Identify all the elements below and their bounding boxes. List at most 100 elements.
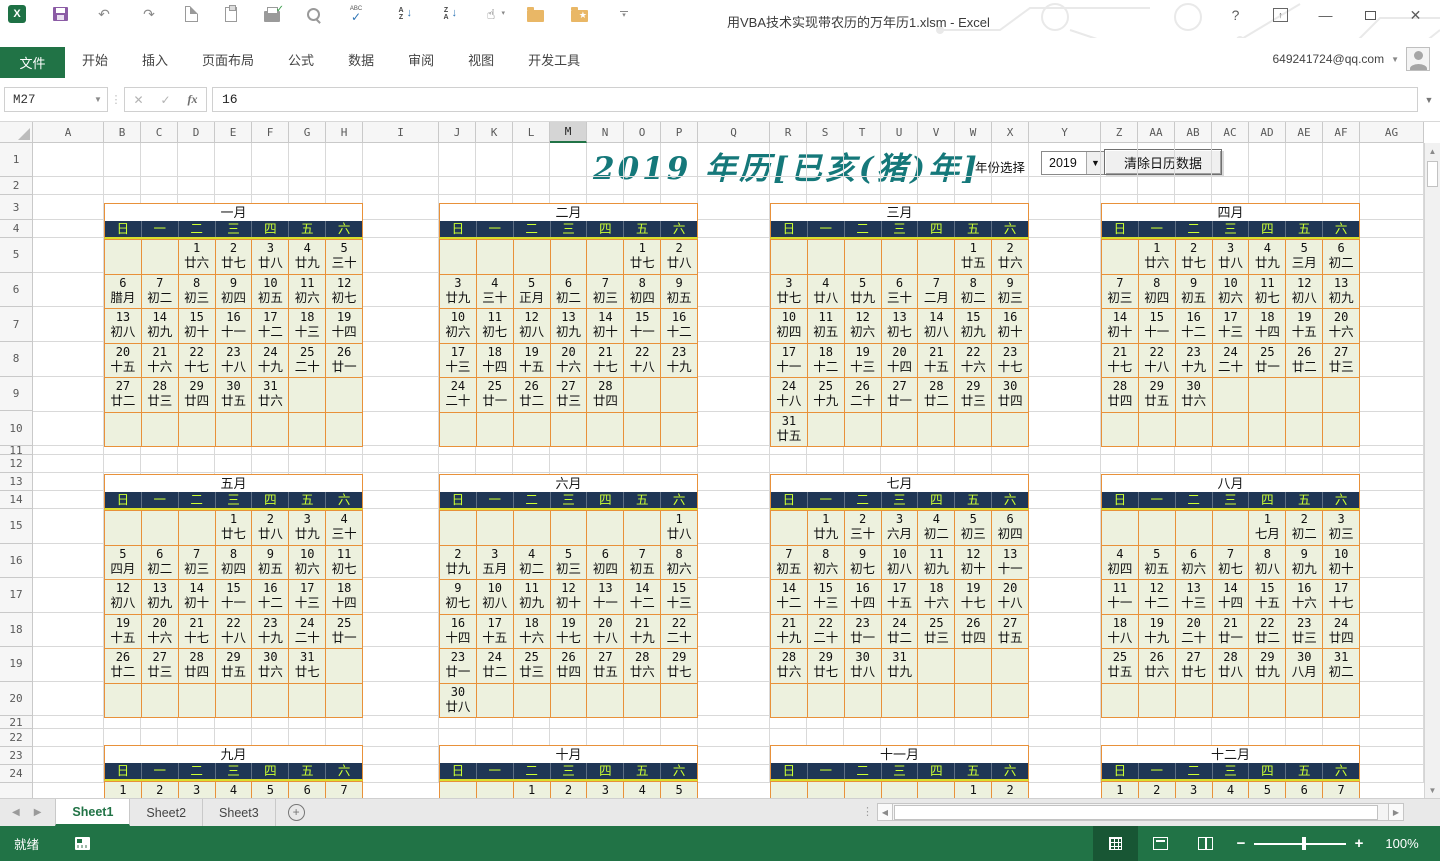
day-cell[interactable]: 3廿八 [1213, 240, 1250, 275]
day-cell[interactable]: 26廿二 [105, 649, 142, 684]
favorites-folder-icon[interactable] [571, 10, 588, 22]
redo-icon[interactable]: ↷ [140, 5, 158, 23]
row-header-7[interactable]: 7 [0, 307, 32, 342]
day-cell[interactable] [771, 240, 808, 275]
day-cell[interactable]: 30廿八 [440, 684, 477, 719]
day-cell[interactable]: 22廿二 [1249, 615, 1286, 650]
day-cell[interactable]: 11初五 [808, 309, 845, 344]
day-cell[interactable]: 23十九 [661, 344, 698, 379]
day-cell[interactable] [514, 240, 551, 275]
tab-6[interactable]: 审阅 [391, 42, 451, 78]
column-header-L[interactable]: L [513, 122, 550, 143]
day-cell[interactable]: 10初四 [771, 309, 808, 344]
column-header-G[interactable]: G [289, 122, 326, 143]
day-cell[interactable]: 17十七 [1323, 580, 1360, 615]
page-break-view-icon[interactable] [1183, 826, 1228, 861]
day-cell[interactable]: 6初六 [1176, 546, 1213, 581]
day-cell[interactable]: 6初四 [587, 546, 624, 581]
column-header-P[interactable]: P [661, 122, 698, 143]
day-cell[interactable]: 11初六 [289, 275, 326, 310]
save-icon[interactable] [53, 7, 68, 21]
day-cell[interactable] [477, 684, 514, 719]
day-cell[interactable] [992, 413, 1029, 448]
day-cell[interactable]: 20十八 [587, 615, 624, 650]
day-cell[interactable]: 10初八 [477, 580, 514, 615]
day-cell[interactable] [252, 413, 289, 448]
year-combobox[interactable]: 2019 ▼ [1041, 151, 1105, 175]
day-cell[interactable]: 22二十 [661, 615, 698, 650]
day-cell[interactable]: 8初四 [624, 275, 661, 310]
day-cell[interactable] [587, 240, 624, 275]
day-cell[interactable]: 9初九 [1286, 546, 1323, 581]
column-header-E[interactable]: E [215, 122, 252, 143]
day-cell[interactable] [1249, 413, 1286, 448]
row-header-3[interactable]: 3 [0, 195, 32, 220]
day-cell[interactable]: 14十二 [771, 580, 808, 615]
day-cell[interactable] [1323, 378, 1360, 413]
day-cell[interactable]: 6初二 [142, 546, 179, 581]
day-cell[interactable]: 3初三 [1323, 511, 1360, 546]
day-cell[interactable]: 11初七 [1249, 275, 1286, 310]
day-cell[interactable] [179, 684, 216, 719]
expand-formula-bar-icon[interactable]: ▼ [1418, 95, 1440, 105]
day-cell[interactable]: 3六月 [882, 511, 919, 546]
day-cell[interactable]: 3 [1176, 782, 1213, 798]
day-cell[interactable]: 9初三 [992, 275, 1029, 310]
column-header-W[interactable]: W [955, 122, 992, 143]
day-cell[interactable] [808, 684, 845, 719]
day-cell[interactable]: 24廿四 [1323, 615, 1360, 650]
day-cell[interactable] [105, 684, 142, 719]
day-cell[interactable]: 31廿五 [771, 413, 808, 448]
day-cell[interactable]: 21十七 [1102, 344, 1139, 379]
day-cell[interactable]: 4 [1213, 782, 1250, 798]
zoom-slider[interactable] [1254, 826, 1346, 861]
day-cell[interactable]: 15初九 [955, 309, 992, 344]
column-header-AE[interactable]: AE [1286, 122, 1323, 143]
day-cell[interactable]: 10初六 [289, 546, 326, 581]
day-cell[interactable]: 24十八 [771, 378, 808, 413]
day-cell[interactable] [179, 511, 216, 546]
day-cell[interactable]: 19十七 [551, 615, 588, 650]
day-cell[interactable]: 23十九 [1176, 344, 1213, 379]
day-cell[interactable] [808, 413, 845, 448]
column-header-Z[interactable]: Z [1101, 122, 1138, 143]
day-cell[interactable]: 6 [1286, 782, 1323, 798]
day-cell[interactable]: 7初三 [1102, 275, 1139, 310]
day-cell[interactable] [845, 684, 882, 719]
day-cell[interactable] [216, 684, 253, 719]
day-cell[interactable]: 1 [105, 782, 142, 798]
day-cell[interactable] [551, 413, 588, 448]
day-cell[interactable]: 13十三 [1176, 580, 1213, 615]
day-cell[interactable] [1102, 684, 1139, 719]
day-cell[interactable] [477, 511, 514, 546]
day-cell[interactable]: 8初六 [808, 546, 845, 581]
day-cell[interactable]: 15十五 [1249, 580, 1286, 615]
day-cell[interactable] [955, 684, 992, 719]
day-cell[interactable]: 31廿九 [882, 649, 919, 684]
day-cell[interactable] [289, 378, 326, 413]
day-cell[interactable] [624, 511, 661, 546]
day-cell[interactable]: 2廿八 [252, 511, 289, 546]
day-cell[interactable]: 12十二 [1139, 580, 1176, 615]
day-cell[interactable]: 2三十 [845, 511, 882, 546]
day-cell[interactable]: 6初二 [1323, 240, 1360, 275]
day-cell[interactable]: 17十三 [289, 580, 326, 615]
day-cell[interactable]: 27廿五 [587, 649, 624, 684]
zoom-in-icon[interactable]: + [1346, 835, 1372, 852]
column-header-AD[interactable]: AD [1249, 122, 1286, 143]
print-preview-icon[interactable] [307, 8, 320, 21]
day-cell[interactable] [326, 684, 363, 719]
day-cell[interactable]: 1七月 [1249, 511, 1286, 546]
day-cell[interactable]: 1廿六 [1139, 240, 1176, 275]
column-header-AF[interactable]: AF [1323, 122, 1360, 143]
day-cell[interactable]: 15十三 [808, 580, 845, 615]
day-cell[interactable]: 16十四 [845, 580, 882, 615]
column-header-A[interactable]: A [33, 122, 104, 143]
day-cell[interactable]: 18十六 [918, 580, 955, 615]
day-cell[interactable] [514, 413, 551, 448]
day-cell[interactable] [142, 240, 179, 275]
day-cell[interactable]: 20十五 [105, 344, 142, 379]
day-cell[interactable]: 6初二 [551, 275, 588, 310]
tab-scrollbar-splitter[interactable]: ⋮ [862, 805, 873, 818]
zoom-level[interactable]: 100% [1372, 836, 1432, 851]
